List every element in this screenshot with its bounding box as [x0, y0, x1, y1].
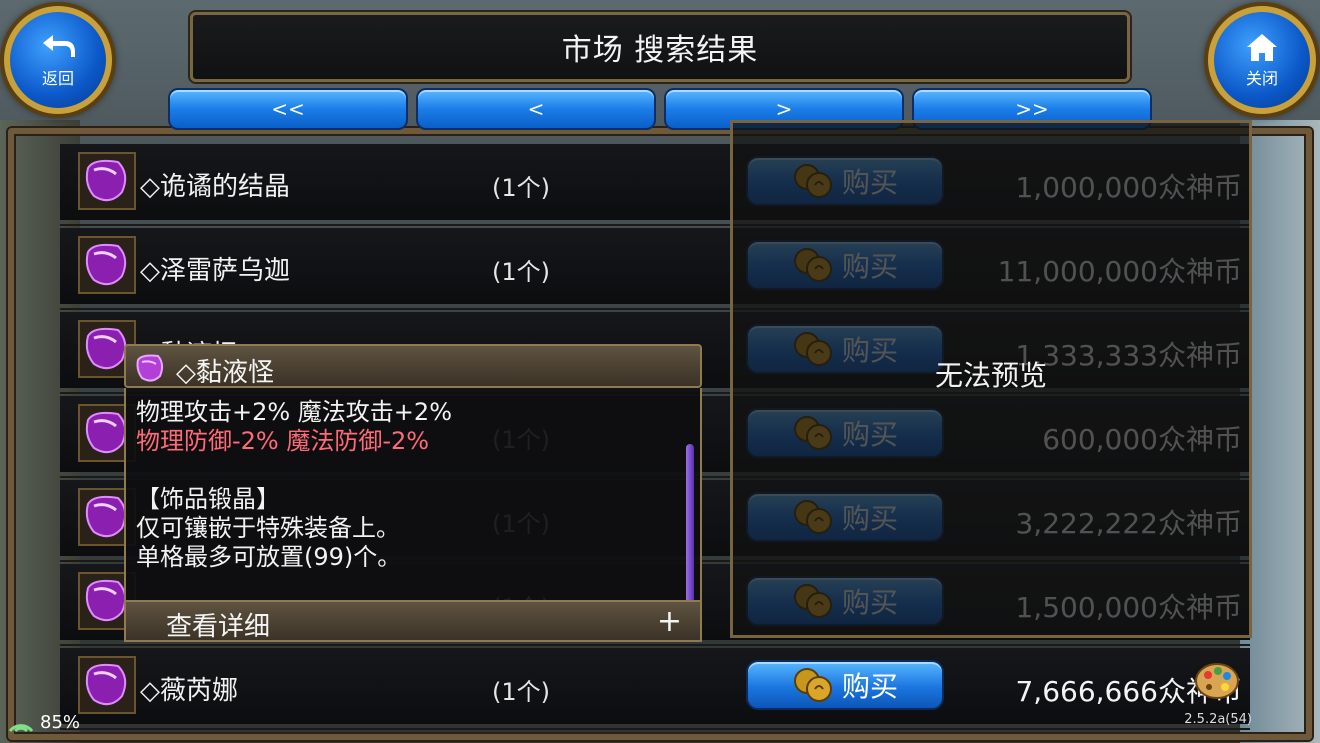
view-detail-button[interactable]: 查看详细 + [124, 600, 702, 642]
palette-icon[interactable] [1194, 661, 1240, 701]
crystal-icon [85, 663, 127, 706]
back-label: 返回 [41, 69, 74, 88]
crystal-icon [85, 159, 127, 202]
battery-status: 85% [6, 711, 80, 733]
tooltip-body: 物理攻击+2% 魔法攻击+2% 物理防御-2% 魔法防御-2% 【饰品锻晶】 仅… [124, 388, 702, 632]
item-icon[interactable] [78, 236, 136, 294]
item-icon[interactable] [78, 152, 136, 210]
buy-button[interactable]: 购买 [746, 660, 944, 710]
item-icon[interactable] [78, 656, 136, 714]
item-tooltip: ◇黏液怪 物理攻击+2% 魔法攻击+2% 物理防御-2% 魔法防御-2% 【饰品… [124, 344, 702, 644]
item-quantity: (1个) [492, 174, 550, 202]
back-arrow-icon [43, 35, 75, 57]
view-detail-label: 查看详细 [166, 612, 271, 642]
stat-positive: 物理攻击+2% 魔法攻击+2% [136, 398, 452, 426]
home-icon [1247, 34, 1277, 61]
item-desc-2: 单格最多可放置(99)个。 [136, 543, 402, 571]
item-desc-1: 仅可镶嵌于特殊装备上。 [136, 514, 400, 542]
version-label: 2.5.2a(54) [1184, 712, 1252, 727]
back-button[interactable]: 返回 [4, 6, 112, 114]
crystal-icon [136, 354, 164, 382]
stat-negative: 物理防御-2% 魔法防御-2% [136, 427, 430, 455]
preview-panel: 无法预览 [730, 120, 1252, 638]
item-quantity: (1个) [492, 258, 550, 286]
item-name[interactable]: ◇诡谲的结晶 [140, 166, 290, 203]
buy-label: 购买 [841, 670, 898, 703]
signal-icon [8, 724, 34, 733]
tooltip-header: ◇黏液怪 [124, 344, 702, 388]
tooltip-title: ◇黏液怪 [176, 358, 274, 388]
item-name[interactable]: ◇薇芮娜 [140, 670, 238, 707]
close-label: 关闭 [1245, 69, 1278, 88]
page-title: 市场 搜索结果 [561, 33, 759, 68]
battery-percent: 85% [40, 711, 81, 733]
item-name[interactable]: ◇泽雷萨乌迦 [140, 250, 290, 287]
plus-icon: + [656, 604, 682, 639]
preview-text: 无法预览 [934, 359, 1047, 392]
prev-page-button[interactable]: < [416, 88, 656, 130]
coin-icon [793, 668, 832, 702]
item-quantity: (1个) [492, 678, 550, 706]
title-bar: 市场 搜索结果 [190, 12, 1130, 82]
first-page-button[interactable]: << [168, 88, 408, 130]
crystal-icon [85, 243, 127, 286]
close-button[interactable]: 关闭 [1208, 6, 1316, 114]
item-category: 【饰品锻晶】 [136, 485, 280, 513]
table-row: ◇薇芮娜 (1个) 购买 7,666,666众神币 [60, 646, 1250, 730]
